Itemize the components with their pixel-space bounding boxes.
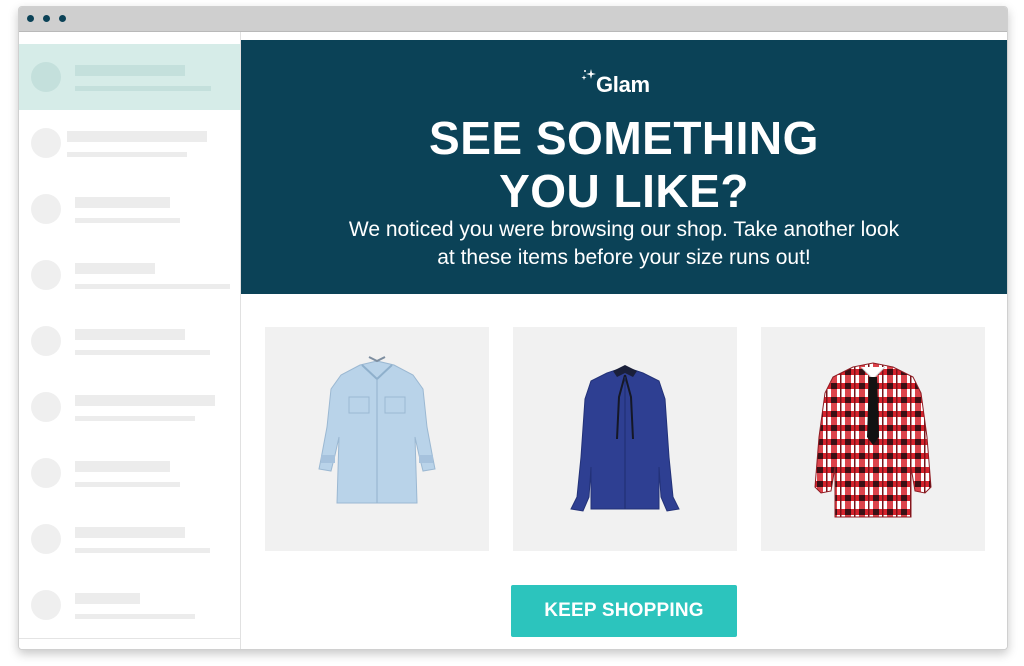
product-card[interactable]	[265, 327, 489, 551]
preview-placeholder	[75, 350, 210, 355]
inbox-row[interactable]	[19, 308, 240, 375]
close-dot[interactable]	[27, 15, 34, 22]
preview-placeholder	[75, 416, 195, 421]
preview-placeholder	[75, 218, 180, 223]
inbox-sidebar	[19, 32, 241, 649]
preview-placeholder	[75, 482, 180, 487]
subject-placeholder	[75, 65, 185, 76]
preview-placeholder	[75, 614, 195, 619]
preview-placeholder	[75, 284, 230, 289]
subject-placeholder	[67, 131, 207, 142]
subject-placeholder	[75, 461, 170, 472]
email-hero-banner: Glam SEE SOMETHING YOU LIKE? We noticed …	[241, 40, 1007, 294]
plaid-shirt-image	[814, 362, 932, 518]
inbox-row[interactable]	[19, 242, 240, 309]
headline-line-2: YOU LIKE?	[499, 165, 749, 217]
product-card[interactable]	[761, 327, 985, 551]
avatar-placeholder	[31, 326, 61, 356]
inbox-row[interactable]	[19, 572, 240, 639]
browser-window: Glam SEE SOMETHING YOU LIKE? We noticed …	[18, 6, 1008, 650]
inbox-row[interactable]	[19, 374, 240, 441]
title-bar	[19, 7, 1007, 32]
inbox-row[interactable]	[19, 176, 240, 243]
subject-placeholder	[75, 527, 185, 538]
preview-placeholder	[67, 152, 187, 157]
subject-placeholder	[75, 593, 140, 604]
headline: SEE SOMETHING YOU LIKE?	[241, 112, 1007, 218]
product-card[interactable]	[513, 327, 737, 551]
navy-blouse-image	[570, 365, 680, 512]
minimize-dot[interactable]	[43, 15, 50, 22]
body-text: We noticed you were browsing our shop. T…	[301, 216, 947, 272]
subject-placeholder	[75, 329, 185, 340]
preview-placeholder	[75, 548, 210, 553]
sparkle-icon	[581, 69, 596, 81]
subject-placeholder	[75, 395, 215, 406]
avatar-placeholder	[31, 590, 61, 620]
avatar-placeholder	[31, 128, 61, 158]
body-text-line-1: We noticed you were browsing our shop. T…	[348, 218, 900, 241]
preview-placeholder	[75, 86, 211, 91]
avatar-placeholder	[31, 260, 61, 290]
avatar-placeholder	[31, 524, 61, 554]
brand-name: Glam	[596, 72, 650, 97]
denim-shirt-image	[318, 356, 436, 504]
inbox-row-selected[interactable]	[19, 44, 240, 111]
inbox-row[interactable]	[19, 110, 240, 177]
inbox-row[interactable]	[19, 506, 240, 573]
keep-shopping-button[interactable]: KEEP SHOPPING	[511, 585, 737, 637]
inbox-row[interactable]	[19, 440, 240, 507]
brand-logo: Glam	[581, 68, 671, 98]
avatar-placeholder	[31, 392, 61, 422]
avatar-placeholder	[31, 458, 61, 488]
subject-placeholder	[75, 197, 170, 208]
email-content: Glam SEE SOMETHING YOU LIKE? We noticed …	[241, 32, 1007, 649]
headline-line-1: SEE SOMETHING	[429, 112, 819, 164]
body-text-line-2: at these items before your size runs out…	[437, 246, 811, 269]
avatar-placeholder	[31, 62, 61, 92]
maximize-dot[interactable]	[59, 15, 66, 22]
avatar-placeholder	[31, 194, 61, 224]
subject-placeholder	[75, 263, 155, 274]
